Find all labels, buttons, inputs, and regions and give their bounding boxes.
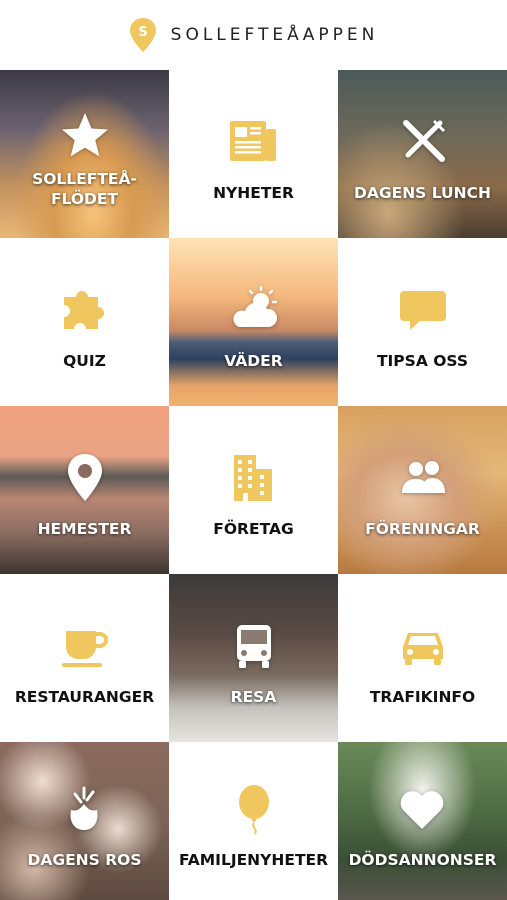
tile-label: TIPSA OSS xyxy=(376,352,469,370)
menu-grid: SOLLEFTEÅ- FLÖDET NYHETER DAGENS LUNCH Q… xyxy=(0,70,507,900)
coffee-cup-icon xyxy=(61,631,108,667)
tile-label: RESTAURANGER xyxy=(14,688,155,706)
tile-restauranger[interactable]: RESTAURANGER xyxy=(0,574,169,742)
car-icon xyxy=(402,633,443,665)
tile-label: FÖRENINGAR xyxy=(365,520,480,538)
tile-label: FAMILJENYHETER xyxy=(178,851,329,869)
rose-icon xyxy=(70,786,98,830)
tile-solleftea-floden[interactable]: SOLLEFTEÅ- FLÖDET xyxy=(0,70,169,238)
newspaper-icon xyxy=(230,121,277,161)
fork-knife-icon xyxy=(402,119,445,162)
tile-label: DAGENS LUNCH xyxy=(354,184,491,202)
tile-label: RESA xyxy=(230,688,277,706)
tile-label: QUIZ xyxy=(63,352,106,370)
tile-vader[interactable]: VÄDER xyxy=(169,238,338,406)
location-pin-s-icon: S xyxy=(129,18,156,52)
partly-cloudy-icon xyxy=(232,285,277,327)
tile-label-line1: SOLLEFTEÅ- xyxy=(32,170,137,188)
tile-label: HEMESTER xyxy=(37,520,132,538)
tile-label: NYHETER xyxy=(213,184,294,202)
star-icon xyxy=(61,113,108,157)
heart-icon xyxy=(401,791,444,829)
buildings-icon xyxy=(234,455,273,501)
chat-bubble-icon xyxy=(399,291,446,330)
tile-foreningar[interactable]: FÖRENINGAR xyxy=(338,406,507,574)
tile-label: DAGENS ROS xyxy=(27,851,142,869)
tile-foretag[interactable]: FÖRETAG xyxy=(169,406,338,574)
bus-icon xyxy=(236,625,271,668)
tile-hemester[interactable]: HEMESTER xyxy=(0,406,169,574)
tile-label: DÖDSANNONSER xyxy=(348,851,497,869)
tile-dagens-ros[interactable]: DAGENS ROS xyxy=(0,742,169,900)
tile-label: VÄDER xyxy=(224,352,283,370)
tile-label: TRAFIKINFO xyxy=(369,688,476,706)
map-pin-icon xyxy=(67,454,102,501)
logo-letter: S xyxy=(138,25,147,40)
tile-dodsannonser[interactable]: DÖDSANNONSER xyxy=(338,742,507,900)
tile-label-line2: FLÖDET xyxy=(50,190,119,208)
tile-trafikinfo[interactable]: TRAFIKINFO xyxy=(338,574,507,742)
tile-dagens-lunch[interactable]: DAGENS LUNCH xyxy=(338,70,507,238)
tile-nyheter[interactable]: NYHETER xyxy=(169,70,338,238)
puzzle-icon xyxy=(63,291,104,329)
tile-resa[interactable]: RESA xyxy=(169,574,338,742)
tile-quiz[interactable]: QUIZ xyxy=(0,238,169,406)
app-title: SOLLEFTEÅAPPEN xyxy=(170,25,379,45)
people-icon xyxy=(401,461,445,493)
tile-tipsa-oss[interactable]: TIPSA OSS xyxy=(338,238,507,406)
tile-label: FÖRETAG xyxy=(213,520,294,538)
app-header: S SOLLEFTEÅAPPEN xyxy=(0,0,507,70)
tile-familjenyheter[interactable]: FAMILJENYHETER xyxy=(169,742,338,900)
tile-label: SOLLEFTEÅ- FLÖDET xyxy=(32,169,137,209)
balloon-icon xyxy=(238,785,269,835)
